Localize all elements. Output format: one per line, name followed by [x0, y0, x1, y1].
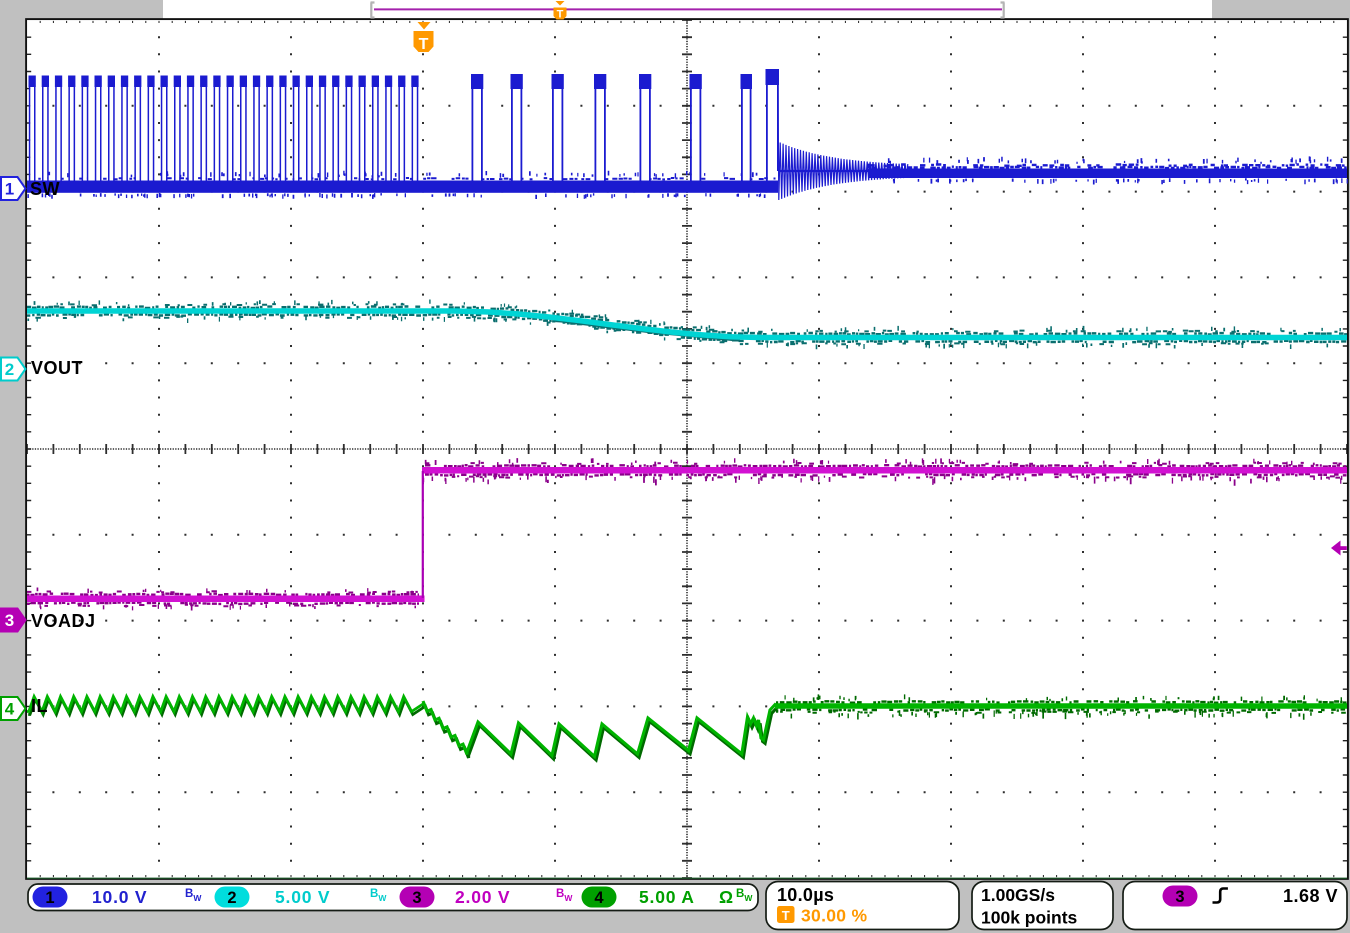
svg-text:T: T: [419, 36, 429, 53]
svg-text:3: 3: [412, 889, 421, 907]
svg-text:1.68 V: 1.68 V: [1283, 886, 1338, 906]
svg-text:Ω: Ω: [719, 887, 733, 907]
svg-text:4: 4: [594, 889, 604, 907]
svg-text:4: 4: [5, 700, 15, 719]
svg-text:1: 1: [45, 889, 54, 907]
svg-text:3: 3: [1175, 888, 1184, 906]
svg-text:VOUT: VOUT: [31, 358, 83, 378]
svg-text:2.00 V: 2.00 V: [455, 887, 510, 907]
svg-text:SW: SW: [30, 179, 60, 199]
svg-text:5.00 A: 5.00 A: [639, 887, 695, 907]
svg-text:2: 2: [5, 360, 14, 379]
svg-text:1.00GS/s: 1.00GS/s: [981, 885, 1055, 905]
svg-text:1: 1: [5, 180, 14, 199]
svg-text:5.00 V: 5.00 V: [275, 887, 330, 907]
svg-text:T: T: [557, 9, 564, 21]
svg-text:30.00 %: 30.00 %: [801, 906, 867, 926]
svg-text:3: 3: [5, 611, 14, 630]
svg-text:10.0 V: 10.0 V: [92, 887, 147, 907]
svg-text:100k points: 100k points: [981, 908, 1078, 928]
svg-text:VOADJ: VOADJ: [31, 611, 96, 631]
svg-text:2: 2: [227, 889, 236, 907]
svg-text:T: T: [782, 908, 790, 923]
svg-text:IL: IL: [31, 696, 48, 716]
svg-text:10.0µs: 10.0µs: [777, 885, 834, 905]
